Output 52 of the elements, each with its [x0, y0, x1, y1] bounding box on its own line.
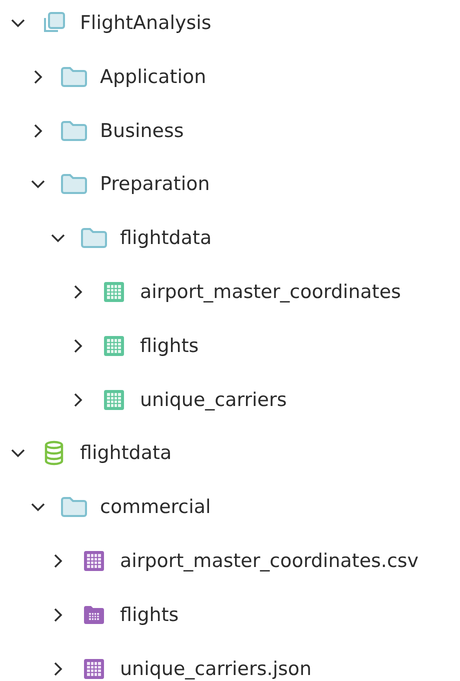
- item-label: Business: [100, 118, 184, 143]
- item-label: unique_carriers.json: [120, 656, 312, 681]
- chevron-down-icon[interactable]: [11, 448, 25, 458]
- tree-item[interactable]: Preparation: [0, 172, 210, 196]
- folder-icon: [82, 604, 106, 626]
- chevron-right-icon[interactable]: [54, 608, 62, 622]
- tree-item[interactable]: airport_master_coordinates: [0, 280, 401, 304]
- item-label: flights: [140, 334, 199, 358]
- table-icon: [82, 656, 106, 681]
- chevron-down-icon[interactable]: [31, 502, 45, 512]
- item-label: flightdata: [120, 226, 212, 250]
- tree-item[interactable]: unique_carriers: [0, 388, 287, 412]
- table-icon: [102, 280, 126, 304]
- chevron-right-icon[interactable]: [54, 662, 62, 676]
- database-icon: [43, 440, 65, 466]
- tree-item[interactable]: flights: [0, 334, 199, 358]
- chevron-right-icon[interactable]: [34, 70, 42, 84]
- folder-icon: [60, 173, 88, 196]
- chevron-down-icon[interactable]: [31, 180, 45, 189]
- chevron-down-icon[interactable]: [51, 234, 65, 243]
- tree-item[interactable]: flightdata: [0, 226, 212, 250]
- tree-item[interactable]: Application: [0, 64, 206, 89]
- tree-item[interactable]: airport_master_coordinates.csv: [0, 548, 419, 573]
- item-label: airport_master_coordinates.csv: [120, 548, 419, 573]
- item-label: commercial: [100, 495, 211, 520]
- chevron-down-icon[interactable]: [11, 18, 25, 28]
- item-label: Application: [100, 64, 206, 89]
- chevron-right-icon[interactable]: [74, 392, 82, 407]
- tree-item[interactable]: Business: [0, 118, 184, 143]
- item-label: airport_master_coordinates: [140, 280, 401, 304]
- tree-item[interactable]: unique_carriers.json: [0, 656, 312, 681]
- item-label: flightdata: [80, 441, 172, 466]
- chevron-right-icon[interactable]: [34, 124, 42, 138]
- tree-item[interactable]: FlightAnalysis: [0, 11, 212, 35]
- folder-icon: [60, 496, 88, 518]
- folder-icon: [60, 120, 88, 142]
- tree-item[interactable]: flights: [0, 602, 179, 627]
- tree-item[interactable]: flightdata: [0, 441, 172, 466]
- stacked-squares-icon: [42, 11, 66, 35]
- chevron-right-icon[interactable]: [74, 338, 82, 353]
- chevron-right-icon[interactable]: [74, 284, 82, 299]
- item-label: Preparation: [100, 172, 210, 196]
- table-icon: [82, 548, 106, 573]
- table-icon: [102, 334, 126, 358]
- tree-item[interactable]: commercial: [0, 495, 211, 520]
- item-label: unique_carriers: [140, 388, 287, 412]
- folder-icon: [80, 227, 108, 250]
- chevron-right-icon[interactable]: [54, 554, 62, 568]
- folder-icon: [60, 66, 88, 88]
- table-icon: [102, 388, 126, 412]
- item-label: FlightAnalysis: [80, 11, 212, 35]
- item-label: flights: [120, 602, 179, 627]
